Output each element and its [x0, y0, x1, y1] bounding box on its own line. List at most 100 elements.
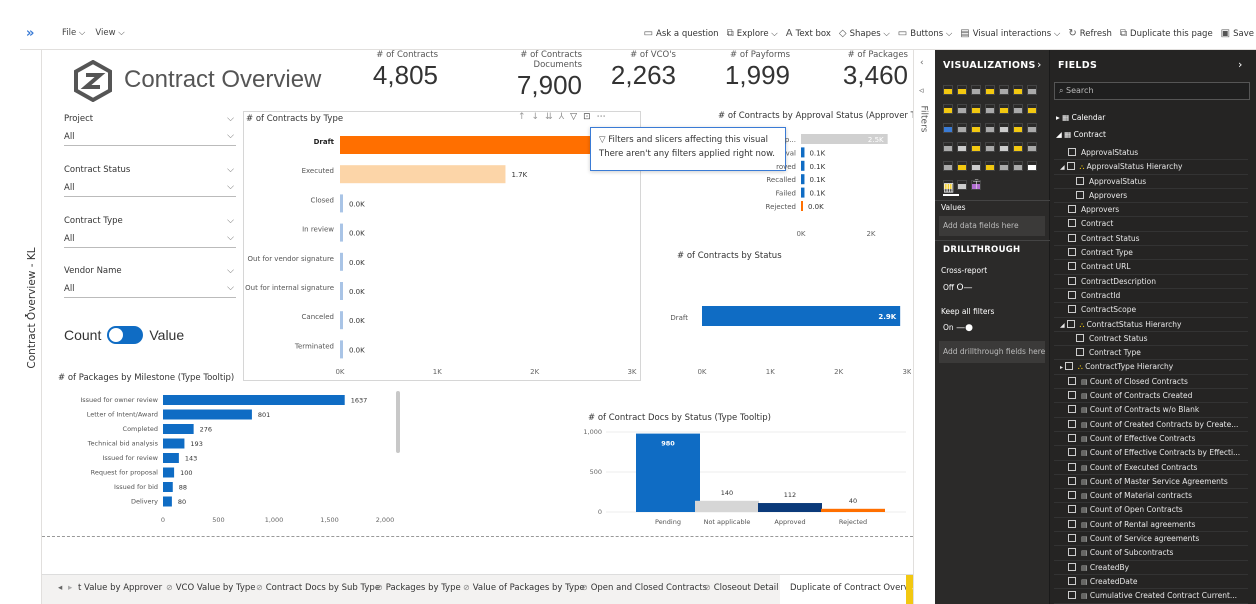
- scatter-icon[interactable]: [1027, 104, 1037, 114]
- filled-map-icon[interactable]: [999, 123, 1009, 133]
- field-item[interactable]: ▤ CreatedDate: [1054, 575, 1248, 590]
- drillthrough-drop-zone[interactable]: Add drillthrough fields here: [939, 341, 1045, 363]
- field-item[interactable]: ▤ Count of Executed Contracts: [1054, 461, 1248, 475]
- ask-question-button[interactable]: ▭ Ask a question: [644, 28, 719, 39]
- line-column-icon[interactable]: [971, 104, 981, 114]
- field-item[interactable]: ContractDescription: [1054, 275, 1248, 289]
- matrix-icon[interactable]: [1013, 142, 1023, 152]
- tab-closeout-detail[interactable]: ⊘ Closeout Detail: [704, 583, 779, 593]
- custom-visual-icon[interactable]: [1027, 161, 1037, 171]
- scrollbar[interactable]: [396, 391, 400, 453]
- checkbox[interactable]: [1068, 448, 1076, 457]
- checkbox[interactable]: [1068, 519, 1076, 528]
- map-icon[interactable]: [985, 123, 995, 133]
- expand-nav-icon[interactable]: »: [26, 26, 34, 41]
- file-menu[interactable]: File ⌵: [62, 28, 85, 38]
- checkbox[interactable]: [1068, 433, 1076, 442]
- chevron-down-icon[interactable]: ⌵: [227, 216, 234, 226]
- tab-open-and-closed-contracts[interactable]: ⊘ Open and Closed Contracts: [581, 583, 707, 593]
- checkbox[interactable]: [1068, 405, 1076, 414]
- checkbox[interactable]: [1068, 491, 1076, 500]
- treemap-icon[interactable]: [971, 123, 981, 133]
- slicer-icon[interactable]: [985, 142, 995, 152]
- buttons-button[interactable]: ▭ Buttons ⌵: [898, 28, 953, 39]
- slicer-dropdown[interactable]: All ⌵: [64, 128, 236, 146]
- field-item[interactable]: ▤ Count of Material contracts: [1054, 489, 1248, 504]
- chevron-down-icon[interactable]: ⌵: [227, 114, 234, 124]
- field-item[interactable]: ▸ ⛬ ContractType Hierarchy: [1054, 360, 1248, 375]
- field-item[interactable]: ▤ Count of Subcontracts: [1054, 546, 1248, 561]
- explore-button[interactable]: ⧉ Explore ⌵: [727, 28, 778, 39]
- field-item[interactable]: ▤ Count of Contracts w/o Blank: [1054, 403, 1248, 418]
- table-calendar[interactable]: ▸ ▦ Calendar: [1056, 113, 1105, 122]
- count-value-toggle[interactable]: Count Value: [64, 326, 184, 344]
- chevron-down-icon[interactable]: ⌵: [227, 165, 234, 175]
- field-item[interactable]: ◢ ⛬ ApprovalStatus Hierarchy: [1054, 160, 1248, 175]
- checkbox[interactable]: [1068, 419, 1076, 428]
- clustered-bar-icon[interactable]: [971, 85, 981, 95]
- checkbox[interactable]: [1068, 219, 1076, 228]
- field-item[interactable]: ApprovalStatus: [1054, 175, 1248, 189]
- filters-pane-collapsed[interactable]: ‹ ◃ Filters: [913, 50, 935, 604]
- more-options-icon[interactable]: ⋯: [597, 112, 612, 122]
- field-item[interactable]: ▤ Count of Service agreements: [1054, 532, 1248, 547]
- stacked-area-icon[interactable]: [957, 104, 967, 114]
- keep-filters-toggle[interactable]: On —●: [943, 323, 973, 333]
- checkbox[interactable]: [1068, 562, 1076, 571]
- field-item[interactable]: ContractScope: [1054, 303, 1248, 318]
- checkbox[interactable]: [1068, 505, 1076, 514]
- checkbox[interactable]: [1066, 162, 1075, 171]
- checkbox[interactable]: [1068, 148, 1076, 156]
- field-item[interactable]: ▤ Count of Effective Contracts by Effect…: [1054, 446, 1248, 461]
- tab-contract-docs-by-sub-type[interactable]: ⊘ Contract Docs by Sub Type: [256, 583, 380, 593]
- gauge-icon[interactable]: [1027, 123, 1037, 133]
- field-item[interactable]: ▤ Count of Closed Contracts: [1054, 375, 1248, 390]
- checkbox[interactable]: [1068, 548, 1076, 557]
- field-item[interactable]: Contract: [1054, 217, 1248, 232]
- checkbox[interactable]: [1068, 205, 1076, 214]
- field-item[interactable]: Approvers: [1054, 189, 1248, 204]
- toggle-switch[interactable]: [107, 326, 144, 344]
- checkbox[interactable]: [1068, 290, 1076, 299]
- checkbox[interactable]: [1068, 305, 1076, 314]
- stacked-bar-icon[interactable]: [943, 85, 953, 95]
- qa-icon[interactable]: [985, 161, 995, 171]
- stacked-column-icon[interactable]: [957, 85, 967, 95]
- field-item[interactable]: ApprovalStatus: [1054, 146, 1248, 161]
- field-item[interactable]: ▤ Count of Master Service Agreements: [1054, 475, 1248, 490]
- fields-search-input[interactable]: ⌕ Search: [1054, 82, 1250, 100]
- values-drop-zone[interactable]: Add data fields here: [939, 216, 1045, 236]
- multirow-card-icon[interactable]: [957, 142, 967, 152]
- slicer-contract-type[interactable]: Contract Type ⌵ All ⌵: [64, 216, 236, 248]
- checkbox[interactable]: [1076, 333, 1084, 342]
- checkbox[interactable]: [1068, 276, 1076, 285]
- checkbox[interactable]: [1068, 391, 1076, 400]
- checkbox[interactable]: [1076, 190, 1084, 199]
- slicer-vendor-name[interactable]: Vendor Name ⌵ All ⌵: [64, 266, 236, 298]
- field-item[interactable]: Contract Status: [1054, 332, 1248, 347]
- focus-mode-icon[interactable]: ⊡: [583, 112, 597, 122]
- decomposition-icon[interactable]: [971, 161, 981, 171]
- slicer-project[interactable]: Project ⌵ All ⌵: [64, 114, 236, 146]
- field-item[interactable]: Contract Type: [1054, 346, 1248, 361]
- visual-interactions-button[interactable]: ▤ Visual interactions ⌵: [960, 28, 1060, 39]
- custom-visual-icon[interactable]: [999, 161, 1009, 171]
- 100-bar-icon[interactable]: [999, 85, 1009, 95]
- chevron-down-icon[interactable]: ⌵: [227, 266, 234, 276]
- format-paint-icon[interactable]: ⍑: [973, 178, 980, 193]
- tab-vco-value-by-type[interactable]: ⊘ VCO Value by Type: [166, 583, 256, 593]
- checkbox[interactable]: [1068, 576, 1076, 585]
- field-item[interactable]: Contract Type: [1054, 246, 1248, 261]
- cross-report-toggle[interactable]: Off O—: [943, 283, 973, 293]
- checkbox[interactable]: [1068, 262, 1076, 271]
- tab-value-of-packages-by-type[interactable]: ⊘ Value of Packages by Type: [463, 583, 585, 593]
- checkbox[interactable]: [1076, 348, 1084, 357]
- slicer-dropdown[interactable]: All ⌵: [64, 179, 236, 197]
- field-item[interactable]: Contract URL: [1054, 260, 1248, 275]
- kpi-icon[interactable]: [971, 142, 981, 152]
- area-icon[interactable]: [943, 104, 953, 114]
- checkbox[interactable]: [1068, 476, 1076, 485]
- collapse-viz-icon[interactable]: ›: [1037, 58, 1041, 71]
- clustered-column-icon[interactable]: [985, 85, 995, 95]
- funnel-icon[interactable]: [1013, 123, 1023, 133]
